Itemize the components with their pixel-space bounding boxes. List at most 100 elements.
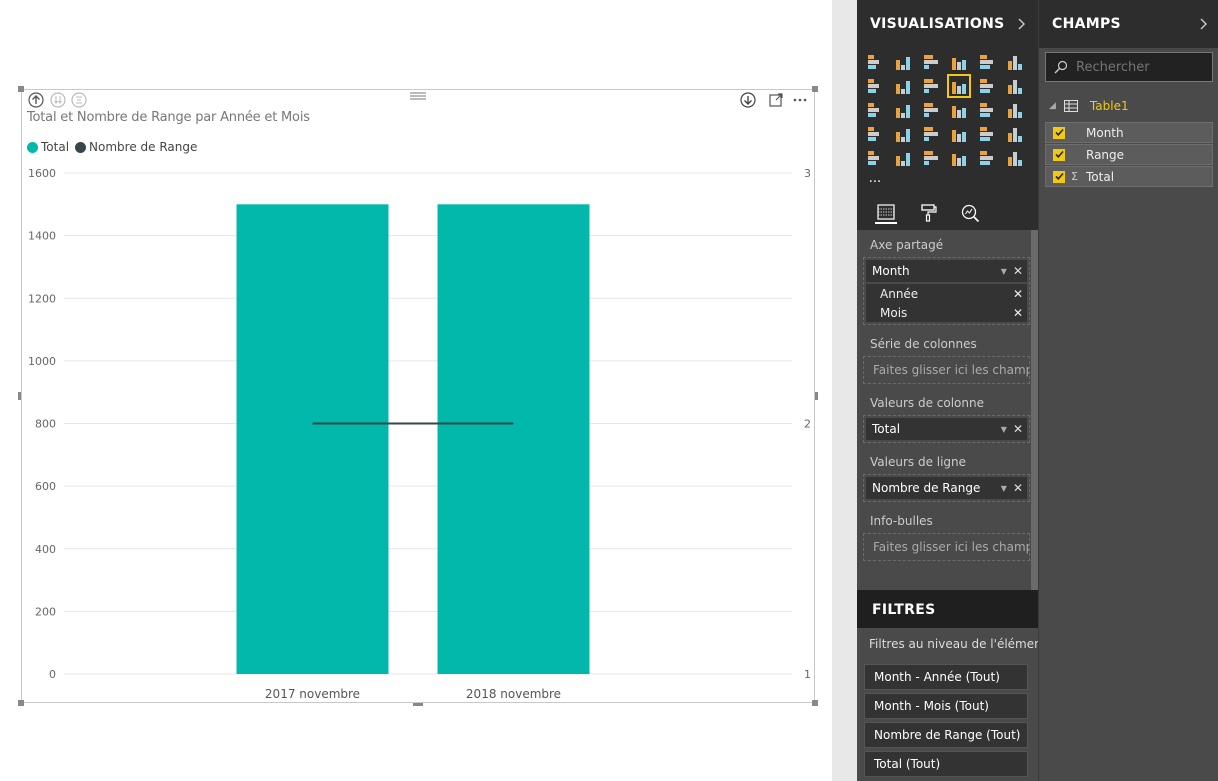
table-icon[interactable] [921,148,941,168]
shared-axis-subfield-mois[interactable]: Mois ✕ [866,303,1027,322]
field-wells: Axe partagé Month ▼ ✕ Année ✕ Mois ✕ Série d… [857,230,1038,561]
fields-search-box[interactable] [1045,52,1213,82]
viz-subtabs [857,194,1038,230]
kpi-icon[interactable] [865,148,885,168]
canvas-scrollbar[interactable] [832,0,857,781]
y-tick-label: 800 [35,418,56,431]
filter-card-month-annee[interactable]: Month - Année (Tout) [864,664,1028,690]
checkbox-checked-icon[interactable] [1053,170,1065,183]
multirow-card-icon[interactable] [1005,124,1025,144]
scatter-icon[interactable] [893,100,913,120]
shared-axis-subfield-annee[interactable]: Année ✕ [866,284,1027,303]
resize-handle-bl[interactable] [18,700,24,706]
checkbox-checked-icon[interactable] [1053,126,1065,139]
stacked-column-icon[interactable] [893,52,913,72]
combo-chart-visual[interactable]: Total et Nombre de Range par Année et Mo… [18,86,818,706]
shape-map-icon[interactable] [893,124,913,144]
r-visual-icon[interactable] [977,148,997,168]
dropdown-arrow-icon[interactable]: ▼ [1001,425,1007,434]
analytics-magnifier-icon[interactable] [959,202,981,224]
shared-axis-well[interactable]: Month ▼ ✕ Année ✕ Mois ✕ [863,257,1030,325]
globe-icon[interactable] [1005,148,1025,168]
area-chart-icon[interactable] [893,76,913,96]
line-values-field-name: Nombre de Range [872,481,981,495]
clustered-bar-icon[interactable] [921,52,941,72]
visualizations-pane: VISUALISATIONS ··· Axe partagé Month ▼ ✕ A… [857,0,1038,781]
tooltips-well[interactable]: Faites glisser ici les champs ... [863,533,1030,561]
clustered-column-icon[interactable] [949,52,969,72]
line-chart-icon[interactable] [865,76,885,96]
resize-handle-tr[interactable] [812,86,818,92]
table-icon [1063,100,1078,112]
100-column-icon[interactable] [1005,52,1025,72]
search-icon [1054,60,1068,74]
ribbon-chart-icon[interactable] [1005,76,1025,96]
resize-handle-bottom[interactable] [413,703,423,706]
fields-search-input[interactable] [1076,59,1206,75]
resize-handle-br[interactable] [812,700,818,706]
chart-plot-area: 0 200 400 600 800 1000 1200 1400 1600 1 2 3 2017 nov… [28,167,811,701]
chevron-right-icon[interactable] [1018,18,1026,30]
checkbox-checked-icon[interactable] [1053,148,1065,161]
resize-handle-tl[interactable] [18,86,24,92]
donut-icon[interactable] [949,100,969,120]
waterfall-icon[interactable] [865,100,885,120]
filter-card-total[interactable]: Total (Tout) [864,751,1028,777]
more-visuals-icon[interactable]: ··· [865,172,885,192]
line-clustered-column-icon[interactable] [947,74,971,98]
field-name-month: Month [1086,125,1124,140]
dropdown-arrow-icon[interactable]: ▼ [1001,267,1007,276]
100-bar-icon[interactable] [977,52,997,72]
viz-pane-scrollbar[interactable] [1031,230,1038,590]
matrix-icon[interactable] [949,148,969,168]
card-icon[interactable] [977,124,997,144]
treemap-icon[interactable] [977,100,997,120]
table-node-table1[interactable]: ◢ Table1 [1039,95,1218,117]
filter-card-month-mois[interactable]: Month - Mois (Tout) [864,693,1028,719]
field-list: Month Range Σ Total [1039,122,1218,187]
slicer-icon[interactable] [893,148,913,168]
line-stacked-column-icon[interactable] [977,76,997,96]
collapse-triangle-icon[interactable]: ◢ [1049,101,1056,111]
subfield-annee-label: Année [880,286,919,301]
column-series-well[interactable]: Faites glisser ici les champs ... [863,356,1030,384]
remove-x-icon[interactable]: ✕ [1013,264,1023,278]
remove-x-icon[interactable]: ✕ [1013,287,1023,301]
resize-handle-left[interactable] [18,392,21,400]
map-icon[interactable] [1005,100,1025,120]
remove-x-icon[interactable]: ✕ [1013,306,1023,320]
stacked-area-icon[interactable] [921,76,941,96]
filled-map-icon[interactable] [865,124,885,144]
field-row-total[interactable]: Σ Total [1045,166,1213,187]
y2-tick-label: 2 [804,418,811,431]
remove-x-icon[interactable]: ✕ [1013,422,1023,436]
filters-visual-level-label: Filtres au niveau de l'élément... [869,637,1038,651]
filter-card-nombre-de-range[interactable]: Nombre de Range (Tout) [864,722,1028,748]
y-tick-label: 1600 [28,167,56,180]
format-paint-roller-icon[interactable] [917,202,939,224]
fields-header[interactable]: CHAMPS [1039,0,1218,48]
y2-tick-label: 3 [804,167,811,180]
stacked-bar-icon[interactable] [865,52,885,72]
pie-icon[interactable] [921,100,941,120]
funnel-icon[interactable] [921,124,941,144]
shared-axis-field-pill[interactable]: Month ▼ ✕ [866,260,1027,282]
remove-x-icon[interactable]: ✕ [1013,481,1023,495]
chevron-right-icon[interactable] [1200,18,1208,30]
column-values-well[interactable]: Total ▼ ✕ [863,415,1030,443]
column-series-placeholder: Faites glisser ici les champs ... [873,363,1029,377]
report-canvas: Total et Nombre de Range par Année et Mo… [0,0,832,781]
resize-handle-right[interactable] [815,392,818,400]
bar-total[interactable] [236,204,389,674]
field-row-month[interactable]: Month [1045,122,1213,143]
line-values-well[interactable]: Nombre de Range ▼ ✕ [863,474,1030,502]
fields-tab-icon[interactable] [875,202,897,224]
field-row-range[interactable]: Range [1045,144,1213,165]
sigma-icon: Σ [1071,170,1078,183]
line-values-field-pill[interactable]: Nombre de Range ▼ ✕ [866,477,1027,499]
gauge-icon[interactable] [949,124,969,144]
bar-total[interactable] [437,204,590,674]
dropdown-arrow-icon[interactable]: ▼ [1001,484,1007,493]
column-values-field-pill[interactable]: Total ▼ ✕ [866,418,1027,440]
visualizations-header[interactable]: VISUALISATIONS [857,0,1038,48]
